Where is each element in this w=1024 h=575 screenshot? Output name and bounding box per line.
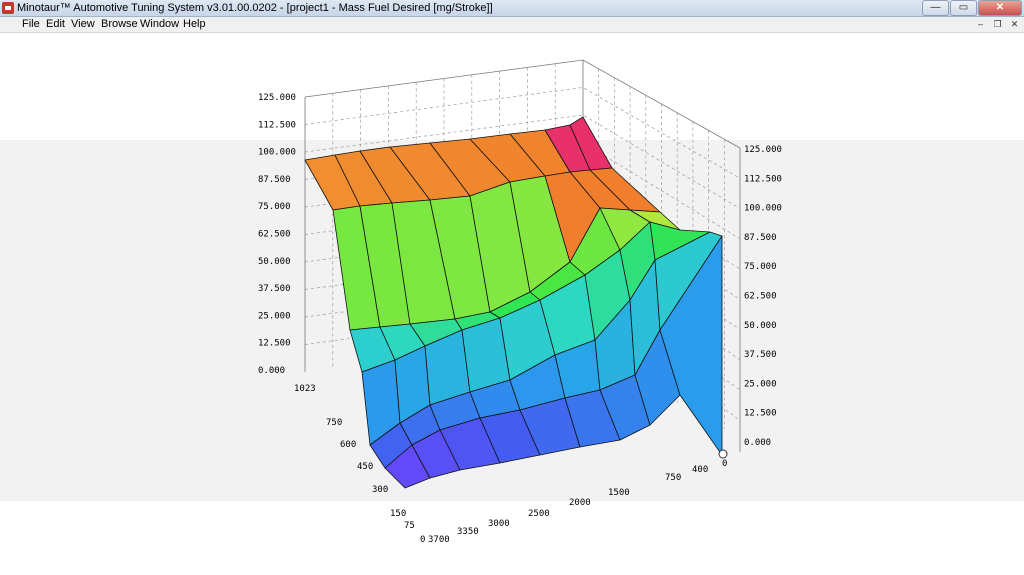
z-tick-left: 50.000 <box>258 257 291 267</box>
z-tick-left: 87.500 <box>258 175 291 185</box>
axis-a-tick: 750 <box>326 418 342 428</box>
z-tick-right: 87.500 <box>744 233 777 243</box>
axis-b-tick: 400 <box>692 465 708 475</box>
z-tick-right: 75.000 <box>744 262 777 272</box>
axis-b-tick: 750 <box>665 473 681 483</box>
z-tick-right: 112.500 <box>744 174 782 184</box>
z-tick-right: 62.500 <box>744 292 777 302</box>
z-tick-left: 112.500 <box>258 120 296 130</box>
axis-a-tick: 1023 <box>294 384 316 394</box>
axis-b-tick: 3000 <box>488 519 510 529</box>
z-tick-right: 25.000 <box>744 379 777 389</box>
axis-a-tick: 0 <box>420 535 425 545</box>
axis-b-tick: 0 <box>722 459 727 469</box>
z-tick-left: 37.500 <box>258 284 291 294</box>
axis-a-tick: 75 <box>404 521 415 531</box>
z-tick-right: 100.000 <box>744 204 782 214</box>
z-tick-right: 0.000 <box>744 438 771 448</box>
z-tick-left: 62.500 <box>258 230 291 240</box>
axis-b-tick: 2000 <box>569 498 591 508</box>
z-tick-left: 12.500 <box>258 339 291 349</box>
z-tick-left: 25.000 <box>258 311 291 321</box>
axis-b-tick: 3700 <box>428 535 450 545</box>
z-tick-left: 0.000 <box>258 366 285 376</box>
axis-a-tick: 150 <box>390 509 406 519</box>
axis-a-tick: 600 <box>340 440 356 450</box>
surface-plot[interactable]: 125.000 112.500 100.000 87.500 75.000 62.500 5… <box>0 0 1024 575</box>
z-tick-left: 75.000 <box>258 202 291 212</box>
z-tick-right: 37.500 <box>744 350 777 360</box>
axis-a-tick: 450 <box>357 462 373 472</box>
z-tick-right: 50.000 <box>744 321 777 331</box>
z-tick-right: 12.500 <box>744 409 777 419</box>
z-tick-left: 100.000 <box>258 148 296 158</box>
axis-b-tick: 1500 <box>608 488 630 498</box>
z-tick-left: 125.000 <box>258 93 296 103</box>
rotation-handle[interactable] <box>718 449 728 459</box>
axis-b-tick: 2500 <box>528 509 550 519</box>
z-tick-right: 125.000 <box>744 145 782 155</box>
axis-b-tick: 3350 <box>457 527 479 537</box>
axis-a-tick: 300 <box>372 485 388 495</box>
